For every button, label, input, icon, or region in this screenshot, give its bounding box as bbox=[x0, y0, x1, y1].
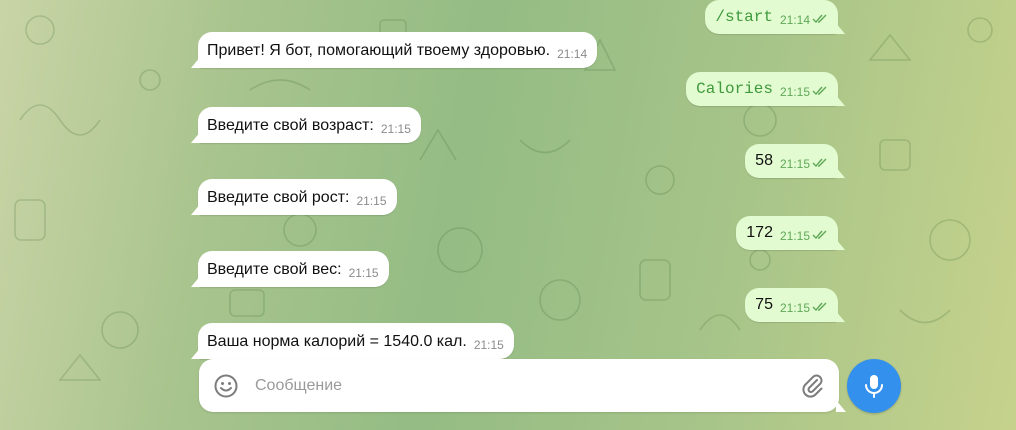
microphone-icon bbox=[865, 375, 883, 398]
message-composer bbox=[199, 359, 839, 412]
smile-icon[interactable] bbox=[213, 373, 239, 399]
voice-record-button[interactable] bbox=[847, 359, 901, 413]
message-time: 21:15 bbox=[356, 194, 387, 208]
incoming-message[interactable]: Ваша норма калорий = 1540.0 кал. 21:15 bbox=[198, 323, 514, 359]
outgoing-message[interactable]: 58 21:15 bbox=[745, 144, 838, 178]
double-check-icon bbox=[812, 302, 827, 312]
incoming-message[interactable]: Привет! Я бот, помогающий твоему здоровь… bbox=[198, 32, 598, 68]
incoming-message[interactable]: Введите свой рост: 21:15 bbox=[198, 179, 397, 215]
paperclip-icon[interactable] bbox=[799, 372, 825, 398]
message-text: Привет! Я бот, помогающий твоему здоровь… bbox=[207, 42, 551, 59]
message-time: 21:15 bbox=[380, 122, 411, 136]
message-text: 172 bbox=[746, 224, 773, 241]
message-text: /start bbox=[715, 8, 773, 26]
message-time: 21:15 bbox=[779, 301, 810, 315]
message-time: 21:15 bbox=[473, 338, 504, 352]
message-text: Введите свой рост: bbox=[207, 189, 350, 206]
message-text: Calories bbox=[696, 80, 773, 98]
incoming-message[interactable]: Введите свой возраст: 21:15 bbox=[198, 107, 421, 143]
message-time: 21:15 bbox=[779, 229, 810, 243]
message-time: 21:15 bbox=[779, 85, 810, 99]
message-text: Ваша норма калорий = 1540.0 кал. bbox=[207, 333, 467, 350]
message-text: 58 bbox=[755, 152, 773, 169]
message-time: 21:15 bbox=[348, 266, 379, 280]
double-check-icon bbox=[812, 86, 827, 96]
message-time: 21:15 bbox=[779, 157, 810, 171]
outgoing-message[interactable]: 75 21:15 bbox=[745, 288, 838, 322]
outgoing-message[interactable]: /start 21:14 bbox=[705, 0, 838, 34]
message-text: Введите свой возраст: bbox=[207, 117, 374, 134]
double-check-icon bbox=[812, 158, 827, 168]
double-check-icon bbox=[812, 230, 827, 240]
message-input[interactable] bbox=[253, 372, 777, 400]
message-text: 75 bbox=[755, 296, 773, 313]
message-text: Введите свой вес: bbox=[207, 261, 342, 278]
double-check-icon bbox=[812, 14, 827, 24]
message-time: 21:14 bbox=[557, 47, 588, 61]
message-time: 21:14 bbox=[779, 13, 810, 27]
incoming-message[interactable]: Введите свой вес: 21:15 bbox=[198, 251, 389, 287]
outgoing-message[interactable]: 172 21:15 bbox=[736, 216, 838, 250]
outgoing-message[interactable]: Calories 21:15 bbox=[686, 72, 838, 106]
